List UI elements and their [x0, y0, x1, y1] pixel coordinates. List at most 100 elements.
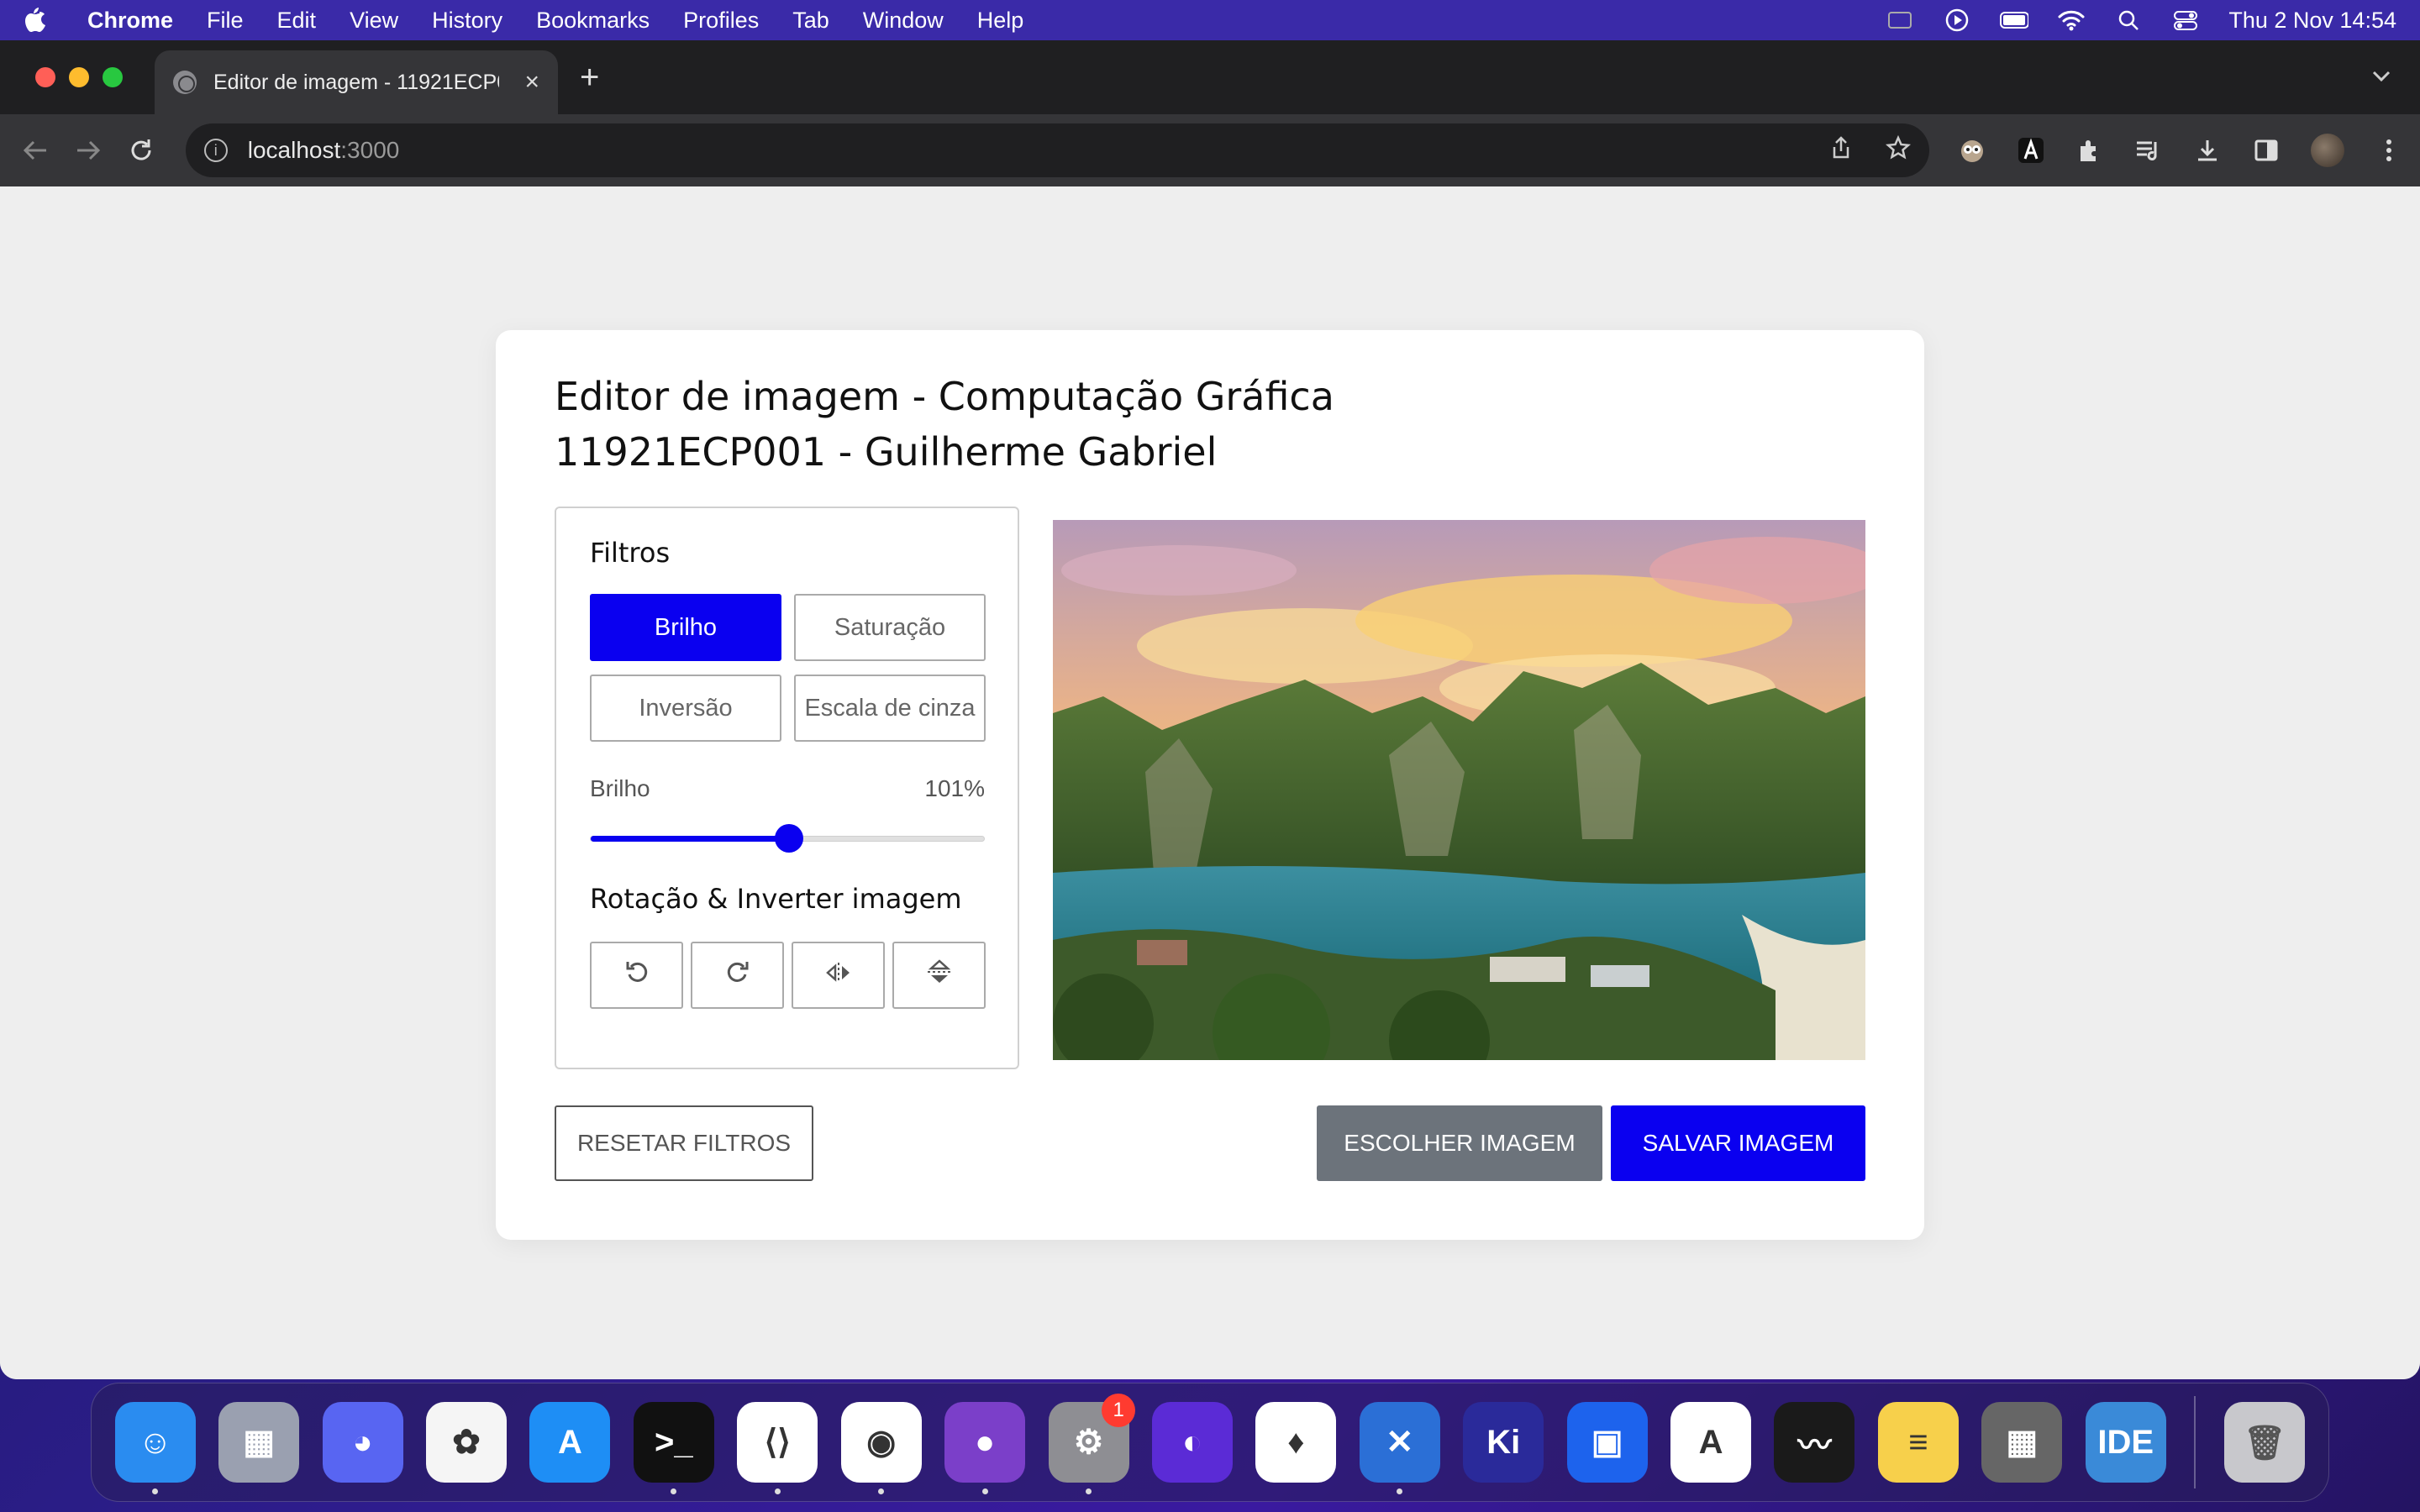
- notification-badge: 1: [1102, 1394, 1136, 1427]
- running-indicator: [774, 1488, 781, 1494]
- zoom-window-button[interactable]: [103, 67, 123, 87]
- menu-window[interactable]: Window: [863, 8, 944, 34]
- dock-app-system-settings[interactable]: ⚙ 1: [1037, 1390, 1140, 1494]
- download-icon[interactable]: [2193, 136, 2222, 165]
- rotate-left-icon: [624, 959, 650, 992]
- landscape-image: [1053, 520, 1865, 1060]
- slider-fill: [591, 836, 790, 842]
- dock-app-android-studio[interactable]: A: [1659, 1390, 1762, 1494]
- dock-app-mongodb-compass[interactable]: ♦: [1244, 1390, 1348, 1494]
- filter-escala-de-cinza-button[interactable]: Escala de cinza: [794, 675, 986, 742]
- reload-icon[interactable]: [123, 131, 160, 170]
- site-info-icon[interactable]: i: [203, 139, 228, 162]
- extension-owl-icon[interactable]: [1958, 136, 1986, 165]
- dock-app-activity-monitor[interactable]: 〰: [1763, 1390, 1866, 1494]
- menubar-clock[interactable]: Thu 2 Nov 14:54: [2228, 8, 2396, 34]
- filters-heading: Filtros: [590, 537, 671, 569]
- dock-app-trash[interactable]: 🗑: [2212, 1390, 2316, 1494]
- bookmark-star-icon[interactable]: [1885, 134, 1912, 166]
- running-indicator: [981, 1488, 988, 1494]
- menu-profiles[interactable]: Profiles: [683, 8, 759, 34]
- dock-app-terminal[interactable]: >_: [622, 1390, 725, 1494]
- reset-filters-button[interactable]: RESETAR FILTROS: [555, 1105, 813, 1181]
- flip-vertical-button[interactable]: [892, 942, 986, 1009]
- menu-app-name[interactable]: Chrome: [87, 8, 173, 34]
- dock-app-vscode[interactable]: ⟨⟩: [726, 1390, 829, 1494]
- dock-app-xcode-instruments[interactable]: ✕: [1348, 1390, 1451, 1494]
- flip-horizontal-button[interactable]: [792, 942, 885, 1009]
- kinsta-icon: Ki: [1463, 1402, 1544, 1483]
- menu-view[interactable]: View: [350, 8, 398, 34]
- dock-app-calculator[interactable]: ▦: [1970, 1390, 2074, 1494]
- dock-app-kinsta[interactable]: Ki: [1451, 1390, 1555, 1494]
- side-panel-icon[interactable]: [2252, 136, 2281, 165]
- slider-info: Brilho 101%: [590, 775, 985, 802]
- new-tab-button[interactable]: +: [580, 59, 599, 97]
- dock-app-docker[interactable]: ▣: [1555, 1390, 1659, 1494]
- rotate-right-button[interactable]: [691, 942, 784, 1009]
- dock-app-chrome[interactable]: ◉: [829, 1390, 933, 1494]
- docker-icon: ▣: [1566, 1402, 1648, 1483]
- dock-app-ide[interactable]: IDE: [2074, 1390, 2177, 1494]
- choose-image-button[interactable]: ESCOLHER IMAGEM: [1317, 1105, 1602, 1181]
- apple-icon[interactable]: [24, 7, 47, 34]
- filters-panel: Filtros Brilho Saturação Inversão Escala…: [555, 507, 1019, 1069]
- menu-bookmarks[interactable]: Bookmarks: [536, 8, 650, 34]
- dock-app-tor-browser[interactable]: ◐: [1140, 1390, 1244, 1494]
- minimize-window-button[interactable]: [69, 67, 89, 87]
- address-bar[interactable]: i localhost:3000: [185, 123, 1929, 177]
- browser-tab-active[interactable]: Editor de imagem - 11921ECP001 - Guilher…: [155, 50, 558, 114]
- filter-brilho-button[interactable]: Brilho: [590, 594, 781, 661]
- reading-list-icon[interactable]: [2134, 136, 2163, 165]
- control-center-icon[interactable]: [2171, 9, 2200, 31]
- menu-edit[interactable]: Edit: [277, 8, 317, 34]
- spotlight-search-icon[interactable]: [2114, 9, 2143, 31]
- menu-history[interactable]: History: [432, 8, 502, 34]
- running-indicator: [152, 1488, 159, 1494]
- close-window-button[interactable]: [35, 67, 55, 87]
- android-studio-icon: A: [1670, 1402, 1752, 1483]
- dock-app-finder[interactable]: ☺: [103, 1390, 207, 1494]
- profile-avatar[interactable]: [2311, 134, 2344, 167]
- slider-thumb[interactable]: [775, 824, 804, 853]
- play-icon[interactable]: [1943, 8, 1971, 32]
- menu-tab[interactable]: Tab: [792, 8, 829, 34]
- slider-value: 101%: [924, 775, 985, 801]
- xcode-instruments-icon: ✕: [1359, 1402, 1440, 1483]
- tab-close-icon[interactable]: ×: [524, 68, 539, 97]
- save-image-button[interactable]: SALVAR IMAGEM: [1611, 1105, 1865, 1181]
- dock-app-app-store[interactable]: A: [518, 1390, 622, 1494]
- filter-inversao-button[interactable]: Inversão: [590, 675, 781, 742]
- back-arrow-icon[interactable]: [17, 131, 55, 170]
- dock-app-photos[interactable]: ✿: [414, 1390, 518, 1494]
- menu-help[interactable]: Help: [977, 8, 1024, 34]
- filter-saturacao-button[interactable]: Saturação: [794, 594, 986, 661]
- app-store-icon: A: [529, 1402, 611, 1483]
- page-title-line-1: Editor de imagem - Computação Gráfica: [555, 374, 1334, 419]
- menu-file[interactable]: File: [207, 8, 244, 34]
- url-host: localhost: [247, 137, 341, 163]
- extensions-area: [1958, 134, 2403, 167]
- rotate-left-button[interactable]: [590, 942, 683, 1009]
- dock-app-notes[interactable]: ≡: [1866, 1390, 1970, 1494]
- battery-icon[interactable]: [2000, 9, 2029, 31]
- dock-app-launchpad[interactable]: ▦: [207, 1390, 310, 1494]
- image-preview: [1053, 520, 1865, 1060]
- dock-app-discord[interactable]: ◕: [311, 1390, 414, 1494]
- terminal-icon: >_: [633, 1402, 714, 1483]
- tab-search-chevron-icon[interactable]: [2371, 66, 2391, 89]
- rotate-heading: Rotação & Inverter imagem: [590, 883, 962, 915]
- extension-a-icon[interactable]: [2017, 136, 2045, 165]
- page-viewport: Editor de imagem - Computação Gráfica 11…: [0, 186, 2420, 1379]
- dock-separator: [2194, 1396, 2196, 1488]
- page-title: Editor de imagem - Computação Gráfica 11…: [555, 369, 1334, 480]
- extensions-puzzle-icon[interactable]: [2075, 136, 2104, 165]
- screen-mirroring-icon[interactable]: [1886, 9, 1914, 31]
- forward-arrow-icon[interactable]: [70, 131, 108, 170]
- brightness-slider[interactable]: [590, 824, 985, 853]
- dock-app-github-desktop[interactable]: ●: [933, 1390, 1036, 1494]
- browser-window: Editor de imagem - 11921ECP001 - Guilher…: [0, 40, 2420, 1379]
- more-vertical-icon[interactable]: [2375, 136, 2403, 165]
- share-icon[interactable]: [1830, 135, 1852, 166]
- wifi-icon[interactable]: [2057, 9, 2086, 31]
